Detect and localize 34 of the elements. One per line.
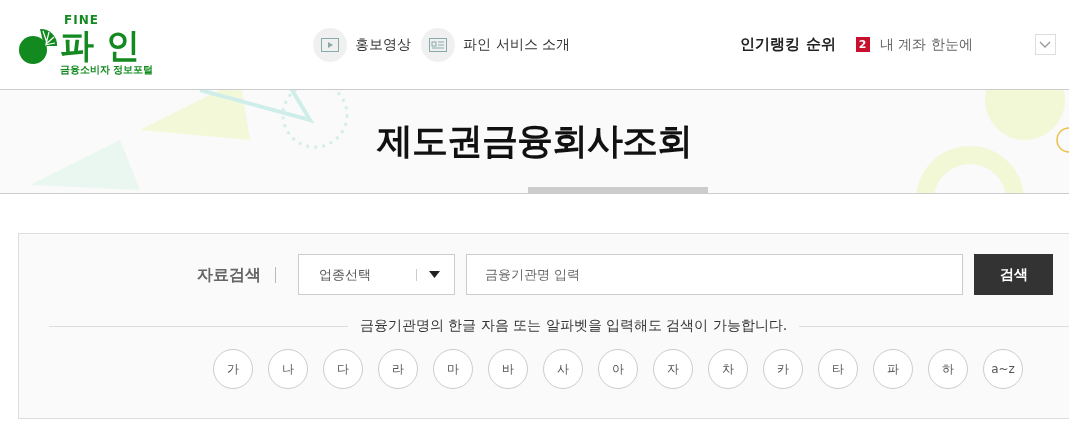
letter-filter-button[interactable]: 다	[323, 349, 363, 389]
letter-filter-button[interactable]: 자	[653, 349, 693, 389]
letter-filter-button[interactable]: 바	[488, 349, 528, 389]
rank-number: 2	[855, 37, 870, 52]
letter-filter-button[interactable]: 하	[928, 349, 968, 389]
ranking-item[interactable]: 내 계좌 한눈에	[879, 35, 973, 54]
search-hint: 금융기관명의 한글 자음 또는 알파벳을 입력해도 검색이 가능합니다.	[359, 317, 788, 335]
letter-filter-button[interactable]: 가	[213, 349, 253, 389]
search-label: 자료검색	[197, 266, 276, 283]
nav-link[interactable]: 파인 서비스 소개	[421, 27, 571, 62]
letter-filter-button[interactable]: 차	[708, 349, 748, 389]
caret-icon	[429, 271, 440, 278]
document-icon	[429, 37, 448, 52]
letter-filter-button[interactable]: 파	[873, 349, 913, 389]
nav-link[interactable]: 홍보영상	[313, 27, 412, 62]
search-field[interactable]: 금융기관명 입력	[466, 254, 963, 295]
page-title: 제도권금융회사조회	[377, 119, 692, 163]
letter-filter-button[interactable]: 나	[268, 349, 308, 389]
search-button[interactable]: 검색	[974, 254, 1053, 295]
logo-caption: FINE	[63, 13, 100, 26]
letter-filter-button[interactable]: 타	[818, 349, 858, 389]
logo-tagline: 금융소비자 정보포털	[60, 63, 154, 76]
chevron-down-icon	[1039, 40, 1052, 49]
expand-button[interactable]	[1034, 34, 1056, 55]
letter-filter-button[interactable]: 카	[763, 349, 803, 389]
ranking-title: 인기랭킹 순위	[740, 35, 836, 54]
letter-filter-button[interactable]: 마	[433, 349, 473, 389]
letter-filter-button[interactable]: 아	[598, 349, 638, 389]
letter-filter-button[interactable]: a~z	[983, 349, 1023, 389]
logo-text: 파 인	[60, 25, 141, 64]
letter-filter-button[interactable]: 라	[378, 349, 418, 389]
letter-filter-button[interactable]: 사	[543, 349, 583, 389]
category-select[interactable]: 업종선택	[298, 254, 455, 295]
play-icon	[321, 37, 340, 52]
